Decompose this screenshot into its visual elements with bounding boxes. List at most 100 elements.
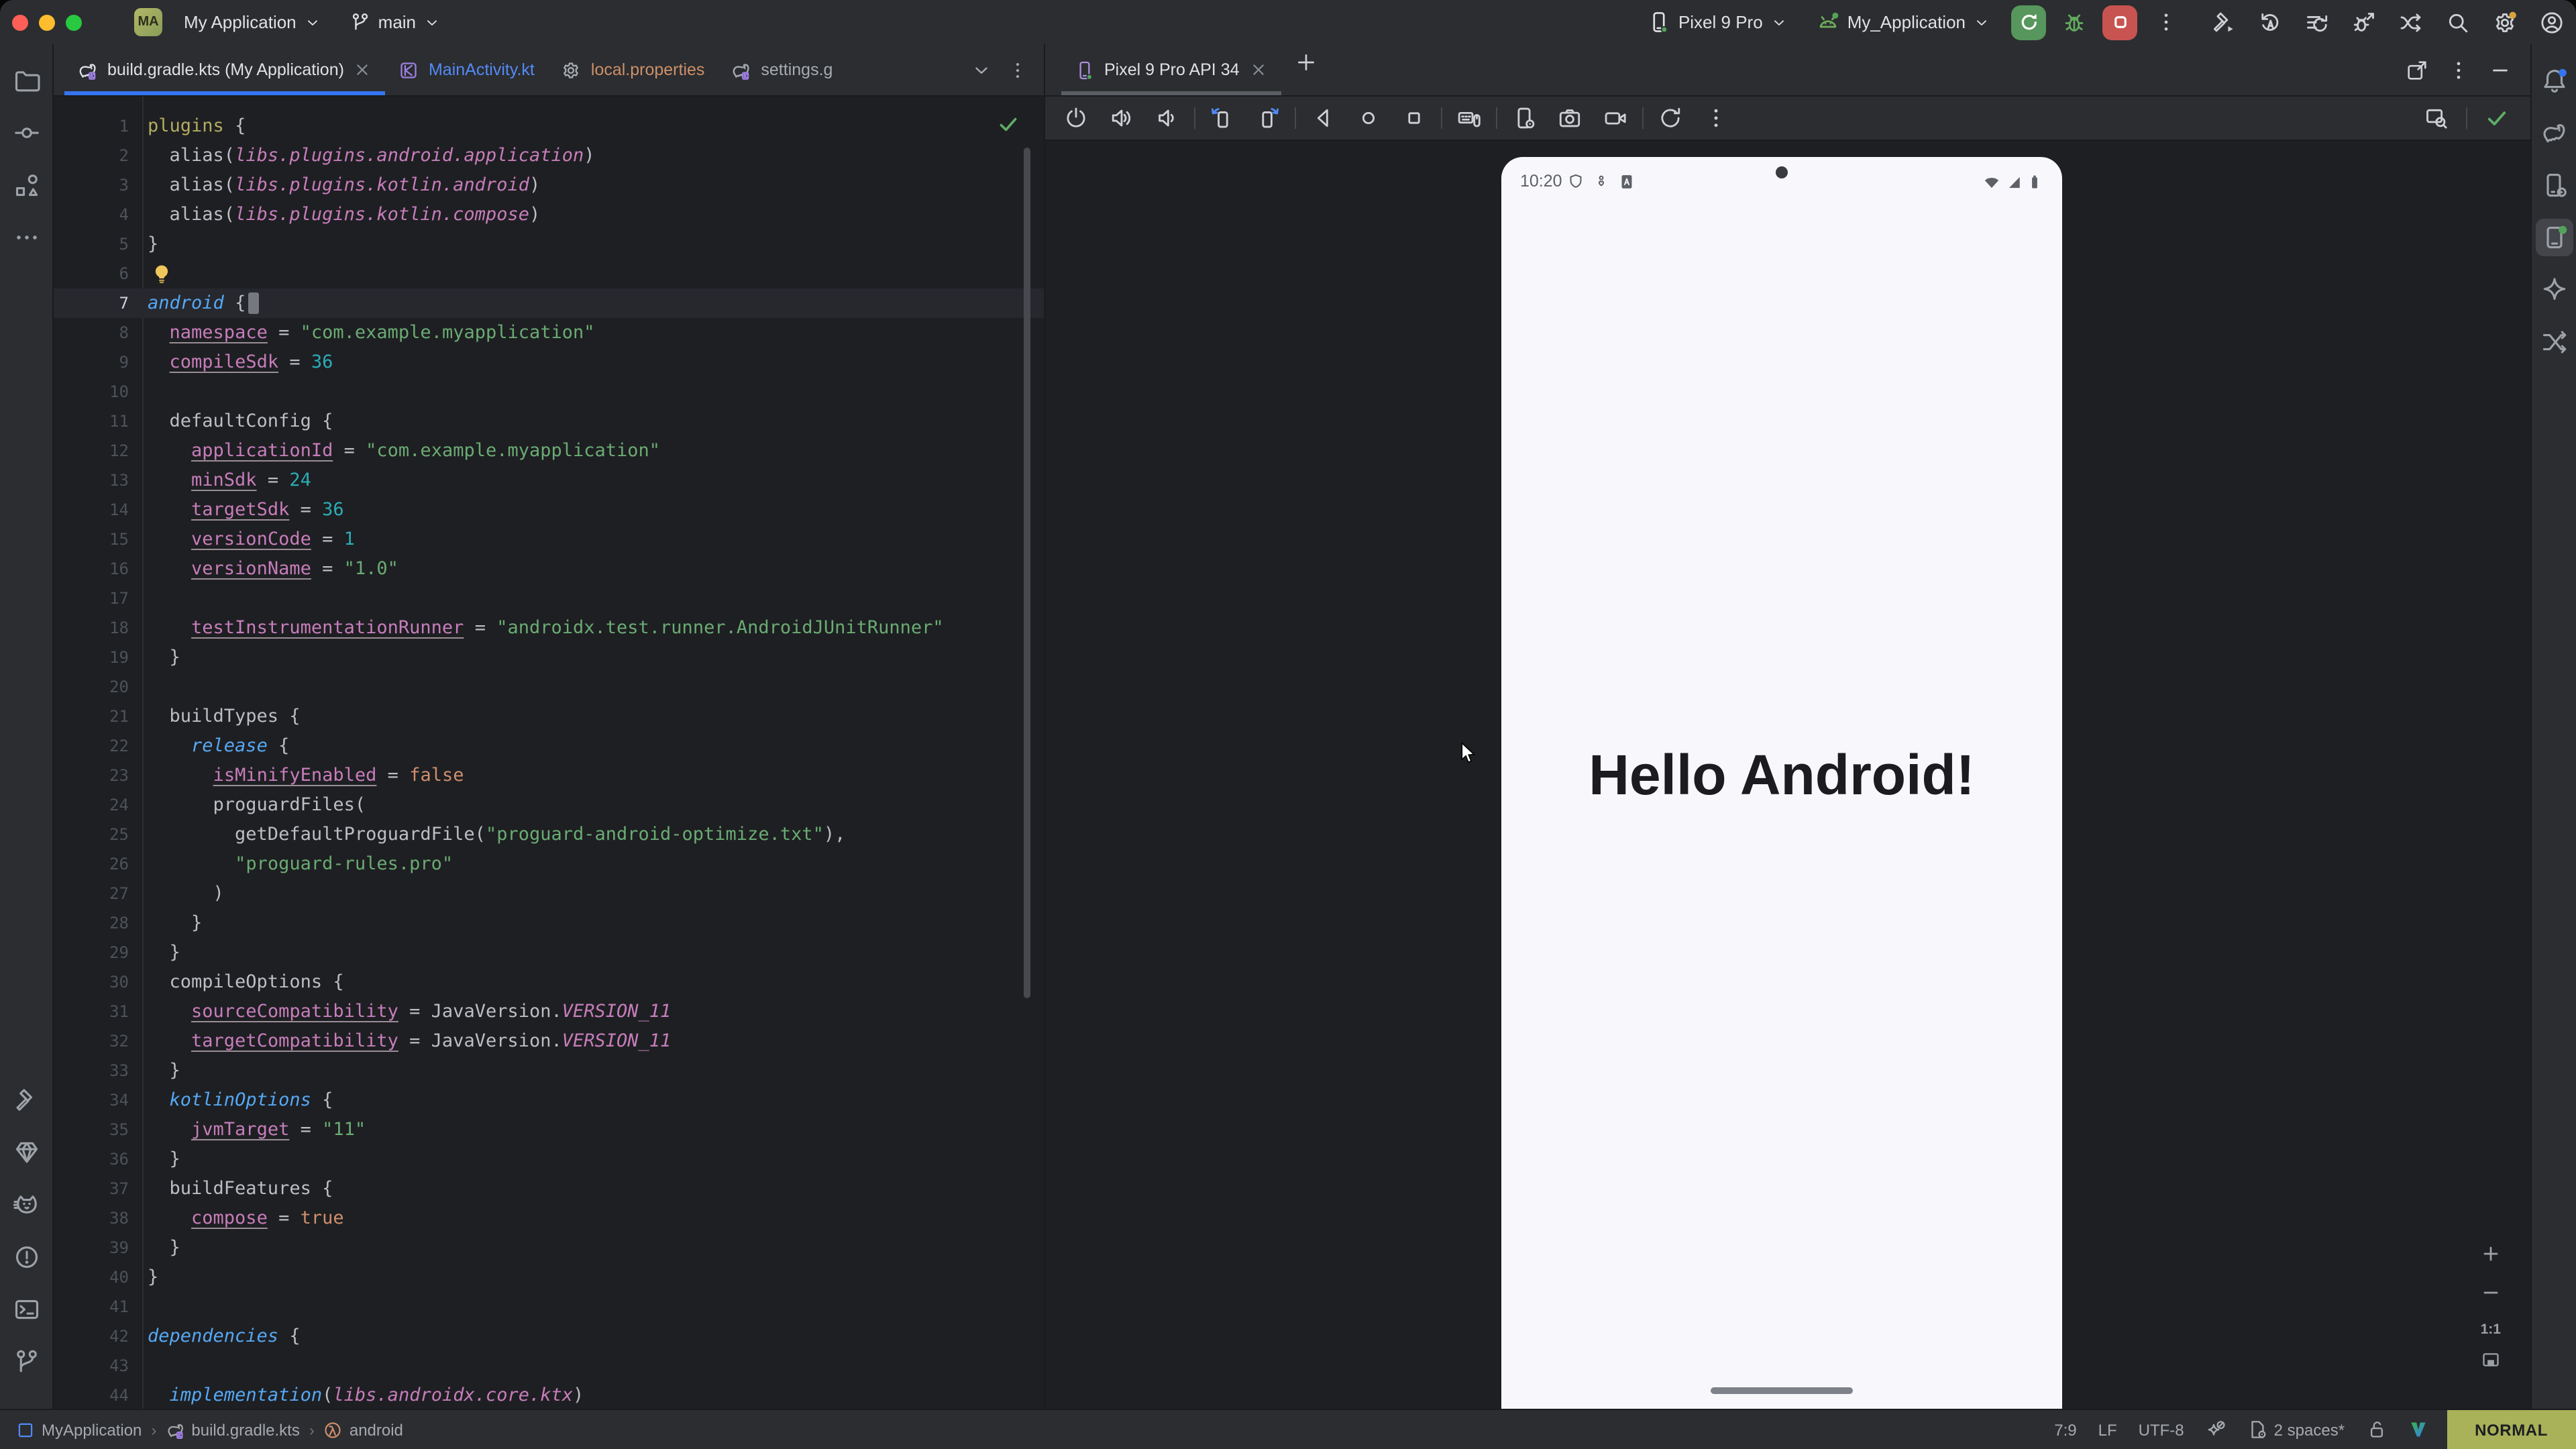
apply-restart-button[interactable] [2257,9,2284,36]
code-line[interactable]: 5} [54,229,1044,259]
code-line[interactable]: 14 targetSdk = 36 [54,495,1044,525]
tool-window-button-terminal[interactable] [7,1291,45,1328]
nav-overview-button[interactable] [1399,103,1429,133]
tool-window-button-device-manager[interactable] [2535,166,2573,204]
code-line[interactable]: 24 proguardFiles( [54,790,1044,820]
line-number[interactable]: 27 [54,879,129,908]
code-line[interactable]: 41 [54,1292,1044,1322]
line-number[interactable]: 25 [54,820,129,849]
code-line[interactable]: 15 versionCode = 1 [54,525,1044,554]
line-number[interactable]: 38 [54,1203,129,1233]
line-number[interactable]: 15 [54,525,129,554]
code-line[interactable]: 34 kotlinOptions { [54,1085,1044,1115]
line-number[interactable]: 36 [54,1144,129,1174]
tool-window-button-notifications[interactable] [2535,62,2573,99]
project-selector[interactable]: My Application [176,8,329,36]
snapshot-reset-button[interactable] [1656,103,1685,133]
tool-window-button-structure[interactable] [7,166,45,204]
line-number[interactable]: 34 [54,1085,129,1115]
indent-setting[interactable]: 2 spaces* [2247,1419,2345,1440]
line-number[interactable]: 44 [54,1381,129,1409]
apply-code-button[interactable] [2304,9,2330,36]
line-number[interactable]: 12 [54,436,129,466]
line-number[interactable]: 42 [54,1322,129,1351]
code-line[interactable]: 30 compileOptions { [54,967,1044,997]
caret-position[interactable]: 7:9 [2054,1420,2076,1439]
tool-window-button-gradle[interactable] [2535,114,2573,152]
chevron-down-icon[interactable] [971,60,991,80]
line-number[interactable]: 14 [54,495,129,525]
profiler-arrows-button[interactable] [2398,9,2424,36]
line-number[interactable]: 39 [54,1233,129,1263]
line-number[interactable]: 18 [54,613,129,643]
zoom-out-button[interactable] [2481,1283,2501,1309]
code-line[interactable]: 12 applicationId = "com.example.myapplic… [54,436,1044,466]
line-number[interactable]: 37 [54,1174,129,1203]
file-encoding[interactable]: UTF-8 [2139,1420,2184,1439]
kebab-icon[interactable] [1008,60,1028,80]
line-number[interactable]: 1 [54,111,129,141]
zoom-to-fit-button[interactable] [2481,1350,2501,1377]
line-number[interactable]: 40 [54,1263,129,1292]
line-number[interactable]: 5 [54,229,129,259]
line-number[interactable]: 7 [54,288,129,318]
code-line[interactable]: 26 "proguard-rules.pro" [54,849,1044,879]
line-number[interactable]: 19 [54,643,129,672]
rerun-button[interactable] [2011,5,2046,40]
nav-home-button[interactable] [1354,103,1383,133]
code-line[interactable]: 7android { [54,288,1044,318]
editor[interactable]: 1plugins {2 alias(libs.plugins.android.a… [54,97,1044,1409]
settings-gear-button[interactable] [2491,9,2518,36]
tool-window-button-logcat[interactable] [7,1186,45,1224]
breadcrumb-item[interactable]: MyApplication [16,1420,142,1439]
hide-panel-icon[interactable] [2489,58,2512,81]
code-line[interactable]: 4 alias(libs.plugins.kotlin.compose) [54,200,1044,229]
code-line[interactable]: 23 isMinifyEnabled = false [54,761,1044,790]
tool-window-button-project-folder[interactable] [7,62,45,99]
inspections-ok-icon[interactable] [997,113,1020,136]
code-line[interactable]: 1plugins { [54,111,1044,141]
attach-debugger-button[interactable] [2351,9,2377,36]
line-number[interactable]: 35 [54,1115,129,1144]
line-number[interactable]: 3 [54,170,129,200]
popout-icon[interactable] [2406,58,2428,81]
tool-window-button-problems[interactable] [7,1238,45,1276]
debug-button[interactable] [2057,5,2092,40]
code-line[interactable]: 19 } [54,643,1044,672]
line-separator[interactable]: LF [2098,1420,2117,1439]
more-run-actions-button[interactable] [2148,5,2183,40]
close-window-button[interactable] [12,14,28,30]
code-line[interactable]: 9 compileSdk = 36 [54,347,1044,377]
line-number[interactable]: 41 [54,1292,129,1322]
code-line[interactable]: 28 } [54,908,1044,938]
code-line[interactable]: 31 sourceCompatibility = JavaVersion.VER… [54,997,1044,1026]
code-line[interactable]: 3 alias(libs.plugins.kotlin.android) [54,170,1044,200]
code-line[interactable]: 6 [54,259,1044,288]
device-selector[interactable]: Pixel 9 Pro [1640,7,1795,38]
code-line[interactable]: 21 buildTypes { [54,702,1044,731]
line-number[interactable]: 4 [54,200,129,229]
kebab-button[interactable] [1701,103,1731,133]
tool-window-button-gemini[interactable] [2535,271,2573,309]
line-number[interactable]: 22 [54,731,129,761]
search-button[interactable] [2445,9,2471,36]
new-device-tab-button[interactable] [1289,44,1324,79]
code-line[interactable]: 17 [54,584,1044,613]
code-line[interactable]: 36 } [54,1144,1044,1174]
intention-bulb-icon[interactable] [150,262,173,285]
code-editor[interactable]: 1plugins {2 alias(libs.plugins.android.a… [54,97,1044,1409]
minimize-window-button[interactable] [39,14,55,30]
code-line[interactable]: 22 release { [54,731,1044,761]
file-lock-status[interactable] [2366,1419,2386,1440]
code-line[interactable]: 16 versionName = "1.0" [54,554,1044,584]
code-line[interactable]: 27 ) [54,879,1044,908]
line-number[interactable]: 24 [54,790,129,820]
code-line[interactable]: 42dependencies { [54,1322,1044,1351]
tool-window-button-running-devices[interactable] [2535,219,2573,256]
line-number[interactable]: 6 [54,259,129,288]
line-number[interactable]: 23 [54,761,129,790]
line-number[interactable]: 28 [54,908,129,938]
tool-window-button-more-horizontal[interactable] [7,219,45,256]
screenshot-button[interactable] [1555,103,1585,133]
display-search-button[interactable] [2419,101,2454,136]
